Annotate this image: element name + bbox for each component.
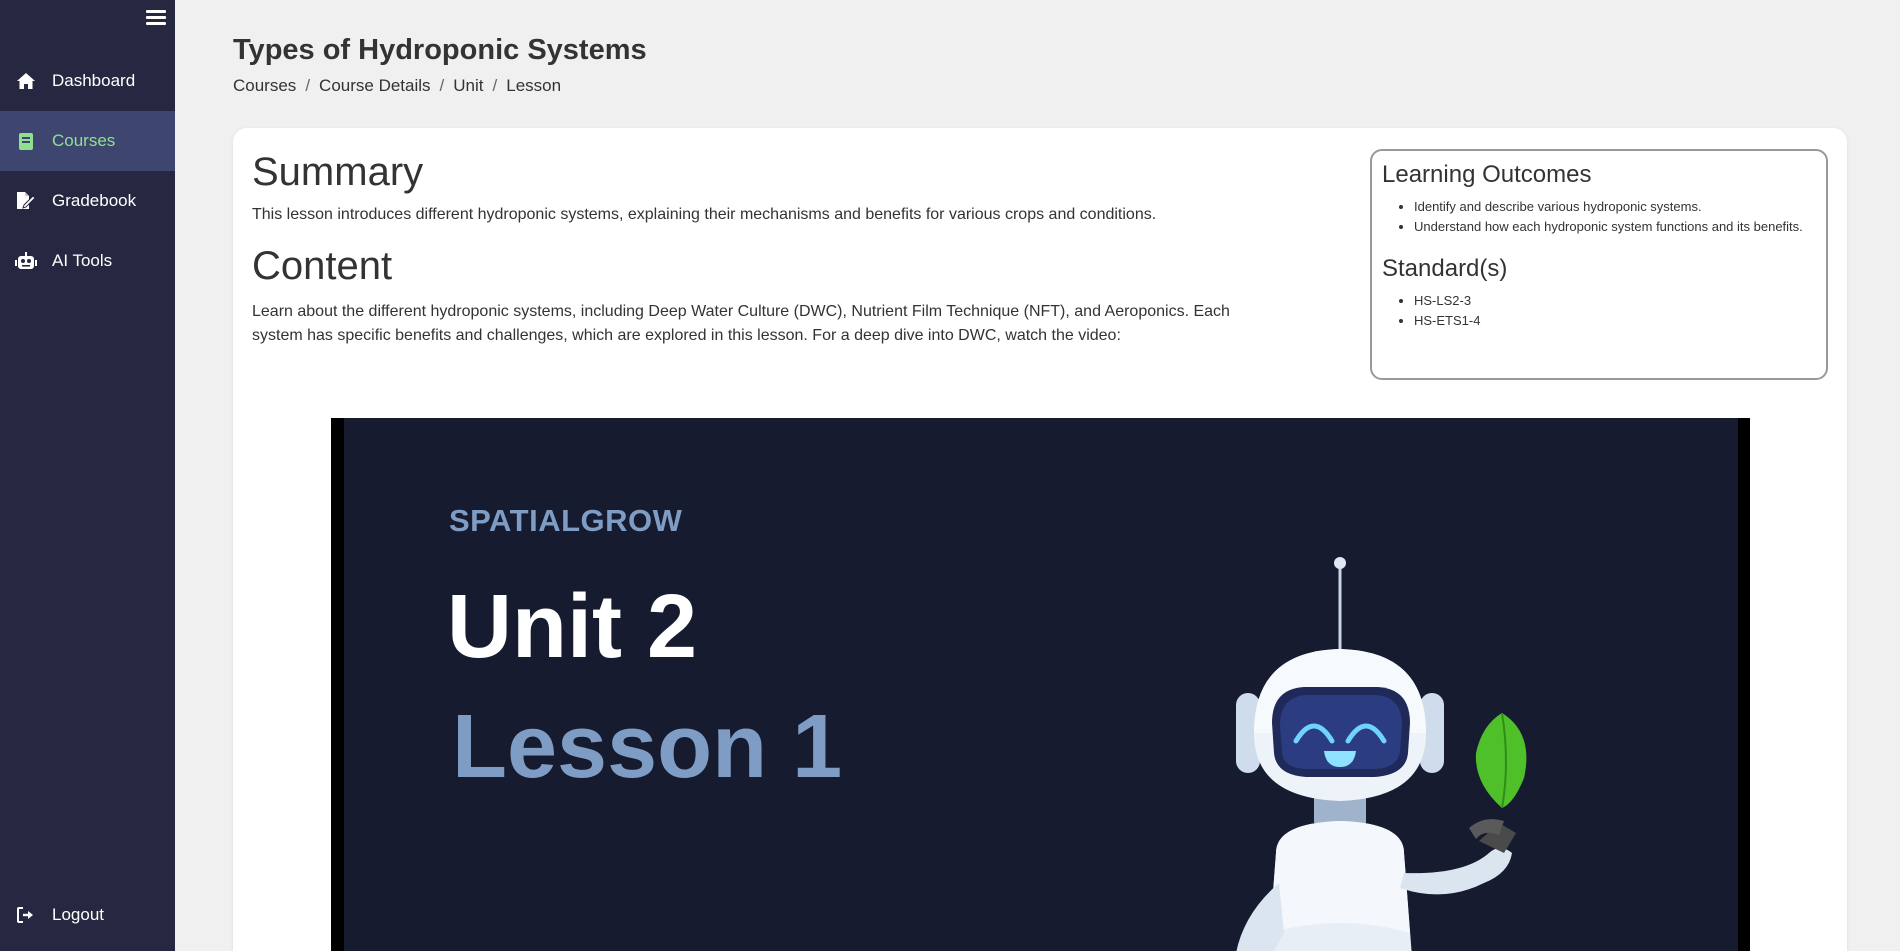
sidebar-item-label: Gradebook: [52, 191, 137, 210]
video-frame: SPATIALGROW Unit 2 Lesson 1: [344, 418, 1738, 951]
breadcrumb-separator: /: [439, 76, 445, 95]
learning-outcomes-heading: Learning Outcomes: [1382, 161, 1592, 188]
standards-heading: Standard(s): [1382, 255, 1508, 282]
list-item: HS-ETS1-4: [1414, 311, 1816, 331]
breadcrumb-course-details[interactable]: Course Details: [319, 76, 431, 96]
content-heading: Content: [252, 244, 393, 288]
logout-button[interactable]: Logout: [0, 885, 175, 945]
sidebar-item-courses[interactable]: Courses: [0, 111, 175, 171]
summary-heading: Summary: [252, 150, 424, 194]
logout-label: Logout: [52, 905, 104, 924]
sidebar-item-label: Courses: [52, 131, 116, 150]
sidebar-item-ai-tools[interactable]: AI Tools: [0, 231, 175, 291]
sidebar-item-label: Dashboard: [52, 71, 136, 90]
lesson-card: Summary This lesson introduces different…: [233, 128, 1847, 951]
video-unit-text: Unit 2: [447, 577, 698, 677]
sidebar-item-dashboard[interactable]: Dashboard: [0, 51, 175, 111]
sidebar-item-gradebook[interactable]: Gradebook: [0, 171, 175, 231]
breadcrumb: Courses / Course Details / Unit / Lesson: [233, 76, 561, 96]
breadcrumb-separator: /: [305, 76, 311, 95]
learning-outcomes-panel: Learning Outcomes Identify and describe …: [1370, 149, 1828, 380]
sidebar: Dashboard Courses Gradebook AI Tools Log…: [0, 0, 175, 951]
learning-outcomes-list: Identify and describe various hydroponic…: [1382, 197, 1816, 237]
hamburger-menu-icon[interactable]: [146, 7, 168, 29]
sidebar-item-label: AI Tools: [52, 251, 113, 270]
home-icon: [15, 70, 37, 92]
breadcrumb-unit[interactable]: Unit: [453, 76, 483, 96]
page-title: Types of Hydroponic Systems: [233, 34, 647, 66]
book-icon: [15, 130, 37, 152]
list-item: Understand how each hydroponic system fu…: [1414, 217, 1816, 237]
standards-list: HS-LS2-3 HS-ETS1-4: [1382, 291, 1816, 331]
logout-icon: [15, 904, 37, 926]
content-text: Learn about the different hydroponic sys…: [252, 303, 1230, 344]
lesson-video-player[interactable]: SPATIALGROW Unit 2 Lesson 1: [331, 418, 1750, 951]
robot-icon: [15, 250, 37, 272]
video-lesson-text: Lesson 1: [452, 697, 843, 797]
summary-text: This lesson introduces different hydropo…: [252, 206, 1157, 223]
list-item: HS-LS2-3: [1414, 291, 1816, 311]
breadcrumb-courses[interactable]: Courses: [233, 76, 296, 96]
video-brand-text: SPATIALGROW: [449, 503, 683, 538]
gradebook-icon: [15, 190, 37, 212]
breadcrumb-separator: /: [492, 76, 498, 95]
list-item: Identify and describe various hydroponic…: [1414, 197, 1816, 217]
robot-mascot-illustration: [1236, 557, 1527, 951]
breadcrumb-lesson[interactable]: Lesson: [506, 76, 561, 96]
